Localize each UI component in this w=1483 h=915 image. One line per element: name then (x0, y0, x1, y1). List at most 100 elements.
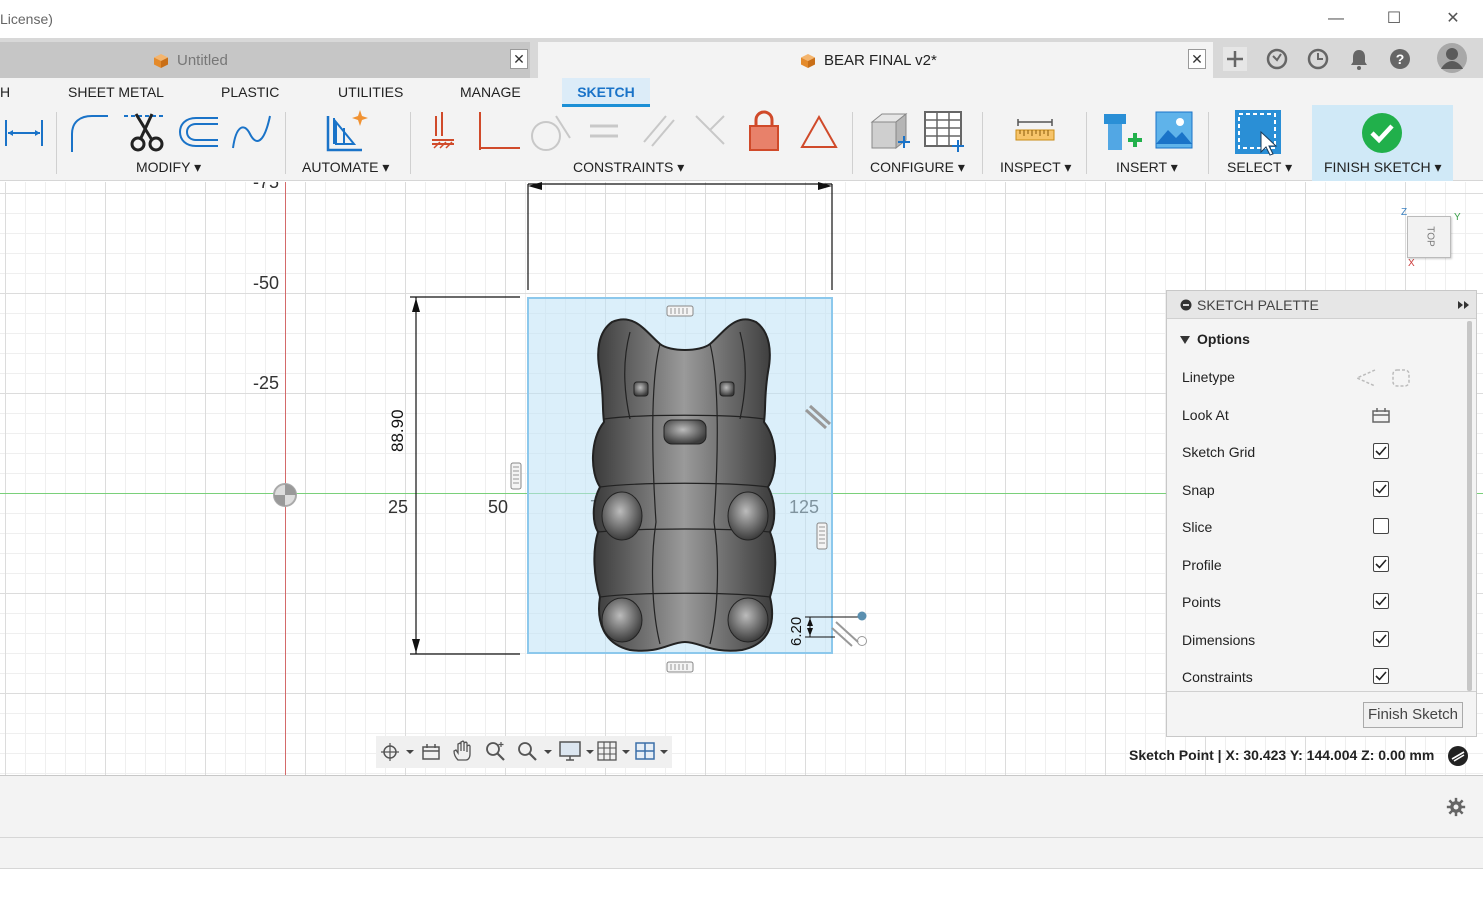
insert-canvas-icon[interactable] (1154, 110, 1194, 150)
timeline-settings-gear-icon[interactable] (1446, 797, 1466, 817)
perpendicular-constraint-icon[interactable] (692, 112, 728, 148)
palette-row-snap: Snap (1182, 479, 1462, 503)
constraints-menu[interactable]: CONSTRAINTS ▾ (573, 159, 684, 176)
points-checkbox[interactable] (1373, 593, 1389, 609)
sketch-canvas[interactable]: -75 -50 -25 25 50 7 125 (0, 182, 1483, 775)
sketch-geometry (410, 182, 867, 673)
slice-checkbox[interactable] (1373, 518, 1389, 534)
construction-line-icon[interactable] (1355, 368, 1377, 388)
divider (1167, 691, 1476, 692)
separator (852, 112, 853, 174)
axis-label: -75 (253, 182, 280, 192)
look-at-icon[interactable] (420, 742, 442, 762)
new-tab-icon[interactable] (1222, 46, 1248, 72)
job-status-icon[interactable] (1305, 46, 1331, 72)
dimension-small[interactable]: 6.20 (788, 606, 805, 646)
pan-hand-icon[interactable] (452, 740, 474, 762)
view-cube-y-label: Y (1454, 212, 1461, 223)
view-cube-x-label: X (1408, 258, 1415, 269)
section-collapse-icon[interactable] (1180, 336, 1190, 344)
palette-scrollbar[interactable] (1467, 321, 1472, 691)
zoom-window-icon[interactable] (516, 740, 552, 762)
insert-derive-icon[interactable] (1100, 110, 1144, 154)
constraints-checkbox[interactable] (1373, 668, 1389, 684)
title-bar: License) — ☐ ✕ (0, 0, 1483, 38)
notifications-bell-icon[interactable] (1346, 46, 1372, 72)
look-at-icon[interactable] (1371, 406, 1391, 424)
orbit-icon[interactable] (380, 742, 414, 762)
finish-sketch-group[interactable]: FINISH SKETCH ▾ (1312, 105, 1453, 181)
fix-constraint-icon[interactable] (428, 110, 458, 150)
tab-sheet-metal[interactable]: SHEET METAL (68, 84, 164, 100)
tangent-constraint-icon[interactable] (526, 112, 572, 152)
automate-menu[interactable]: AUTOMATE ▾ (302, 159, 389, 176)
user-avatar[interactable] (1436, 42, 1468, 74)
sync-icon[interactable] (1264, 46, 1290, 72)
finish-sketch-button[interactable]: Finish Sketch (1363, 702, 1463, 728)
select-menu[interactable]: SELECT ▾ (1227, 159, 1292, 176)
tab-utilities[interactable]: UTILITIES (338, 84, 403, 100)
tab-manage[interactable]: MANAGE (460, 84, 521, 100)
minimize-button[interactable]: — (1325, 8, 1347, 30)
snap-label: Snap (1182, 482, 1215, 498)
finish-sketch-menu[interactable]: FINISH SKETCH ▾ (1324, 159, 1441, 176)
triangle-constraint-icon[interactable] (800, 114, 838, 150)
configure-cube-icon[interactable] (868, 110, 912, 154)
tab-bear-final[interactable]: BEAR FINAL v2* ✕ (538, 42, 1213, 78)
close-tab-button[interactable]: ✕ (510, 49, 528, 69)
cube-icon (154, 54, 168, 68)
origin-point-icon[interactable] (272, 482, 298, 508)
automate-icon[interactable] (322, 108, 370, 154)
separator (410, 112, 411, 174)
lock-constraint-icon[interactable] (746, 108, 782, 152)
tab-label: BEAR FINAL v2* (824, 52, 937, 69)
snap-checkbox[interactable] (1373, 481, 1389, 497)
close-tab-button[interactable]: ✕ (1188, 49, 1206, 69)
palette-row-slice: Slice (1182, 516, 1462, 540)
centerline-icon[interactable] (1390, 368, 1412, 388)
tab-h[interactable]: H (0, 84, 10, 100)
trim-scissors-icon[interactable] (122, 110, 166, 154)
select-window-icon[interactable] (1233, 108, 1283, 156)
check-icon (1362, 113, 1402, 153)
sketch-grid-checkbox[interactable] (1373, 443, 1389, 459)
profile-checkbox[interactable] (1373, 556, 1389, 572)
sketch-dimension-icon[interactable] (2, 114, 46, 152)
tab-plastic[interactable]: PLASTIC (221, 84, 279, 100)
zoom-icon[interactable] (484, 740, 506, 762)
cube-icon (801, 54, 815, 68)
modify-menu[interactable]: MODIFY ▾ (136, 159, 201, 176)
insert-menu[interactable]: INSERT ▾ (1116, 159, 1178, 176)
measure-icon[interactable] (1014, 118, 1056, 144)
dimension-height[interactable]: 88.90 (388, 392, 408, 452)
help-icon[interactable]: ? (1387, 46, 1413, 72)
grid-settings-icon[interactable] (596, 740, 632, 762)
configure-table-icon[interactable] (922, 108, 966, 154)
display-settings-icon[interactable] (558, 740, 594, 762)
status-info-icon[interactable] (1447, 745, 1469, 767)
view-cube[interactable]: Z Y X TOP (1396, 207, 1466, 272)
configure-menu[interactable]: CONFIGURE ▾ (870, 159, 965, 176)
offset-icon[interactable] (176, 112, 222, 152)
palette-row-sketch-grid: Sketch Grid (1182, 441, 1462, 465)
palette-row-linetype: Linetype (1182, 366, 1462, 390)
viewports-icon[interactable] (634, 740, 670, 762)
dimensions-checkbox[interactable] (1373, 631, 1389, 647)
tab-untitled[interactable]: Untitled ✕ (0, 42, 530, 78)
close-window-button[interactable]: ✕ (1442, 8, 1464, 30)
collapse-palette-icon[interactable] (1180, 299, 1192, 311)
palette-row-profile: Profile (1182, 554, 1462, 578)
options-section-header[interactable]: Options (1197, 331, 1250, 347)
maximize-button[interactable]: ☐ (1383, 8, 1405, 30)
separator (982, 112, 983, 174)
equal-constraint-icon[interactable] (588, 120, 620, 142)
coincident-constraint-icon[interactable] (474, 110, 520, 152)
tab-sketch[interactable]: SKETCH (562, 78, 650, 107)
inspect-menu[interactable]: INSPECT ▾ (1000, 159, 1071, 176)
spline-icon[interactable] (230, 112, 274, 152)
view-cube-face[interactable]: TOP (1407, 216, 1451, 258)
sketch-palette-header[interactable]: SKETCH PALETTE (1167, 291, 1476, 319)
expand-right-icon[interactable] (1457, 300, 1471, 310)
parallel-constraint-icon[interactable] (640, 112, 676, 148)
fillet-icon[interactable] (66, 112, 112, 154)
